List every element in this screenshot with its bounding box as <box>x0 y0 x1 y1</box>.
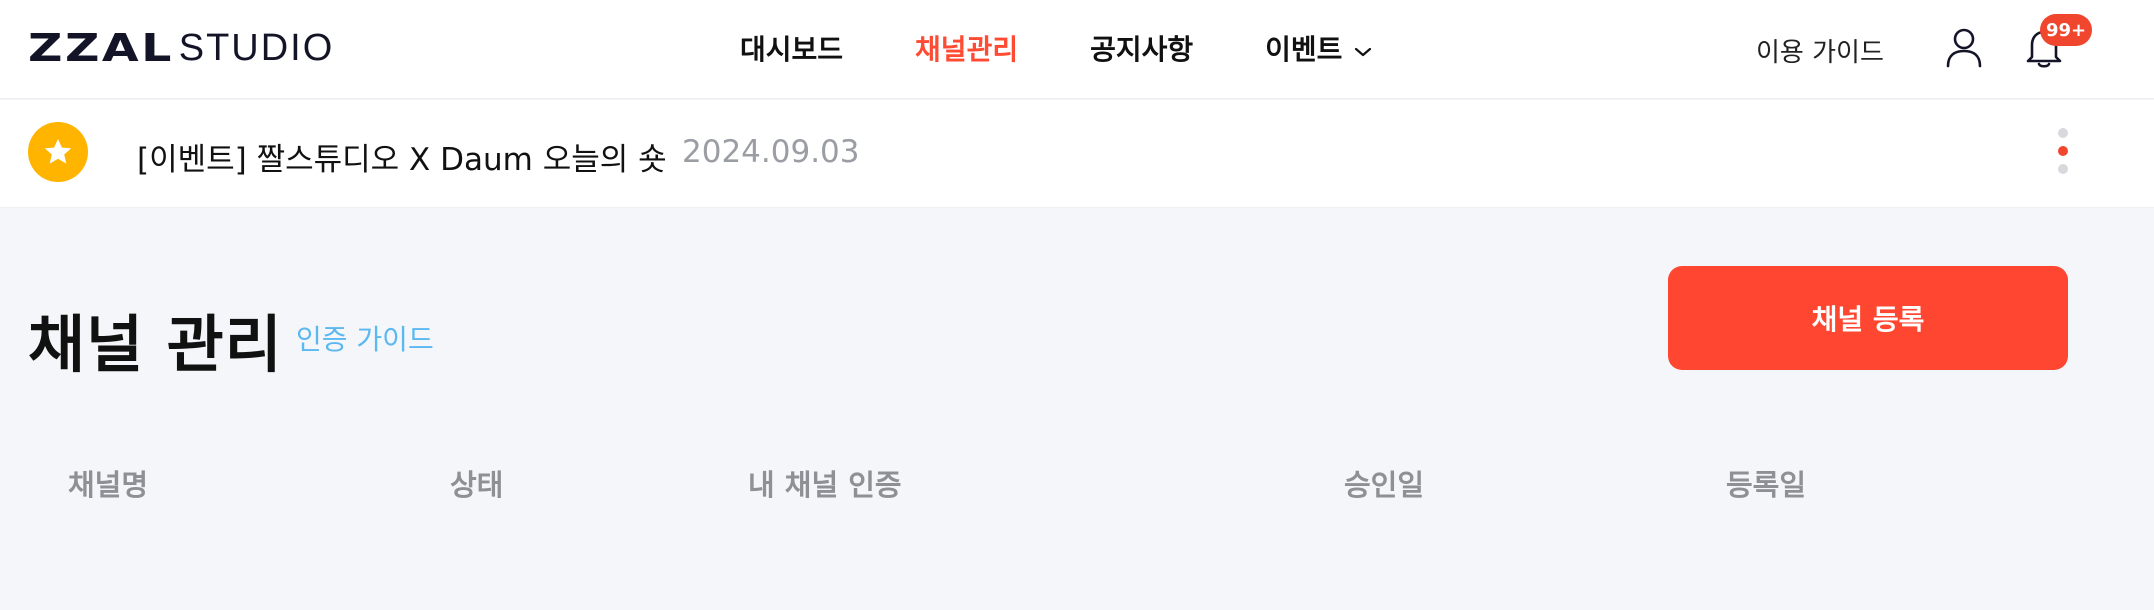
main-nav: 대시보드 채널관리 공지사항 이벤트 <box>740 26 1444 70</box>
notice-title[interactable]: [이벤트] 짤스튜디오 X Daum 오늘의 숏 <box>137 134 667 179</box>
notice-banner[interactable]: [이벤트] 짤스튜디오 X Daum 오늘의 숏 2024.09.03 <box>0 100 2154 208</box>
page-title: 채널 관리 <box>28 308 283 381</box>
nav-item-events-label: 이벤트 <box>1265 33 1343 66</box>
star-icon <box>28 122 88 182</box>
register-channel-button[interactable]: 채널 등록 <box>1668 266 2068 370</box>
column-header-status: 상태 <box>450 468 504 502</box>
pager-dot[interactable] <box>2058 164 2068 174</box>
column-header-my-channel-cert: 내 채널 인증 <box>748 468 902 502</box>
notice-date: 2024.09.03 <box>682 134 860 170</box>
logo-mark: ZZAL <box>28 26 174 70</box>
nav-item-notices[interactable]: 공지사항 <box>1090 28 1193 68</box>
column-header-approved-date: 승인일 <box>1344 468 1425 502</box>
usage-guide-link[interactable]: 이용 가이드 <box>1756 32 1884 69</box>
notice-pager[interactable] <box>2056 128 2070 178</box>
nav-item-channel-management[interactable]: 채널관리 <box>915 28 1018 68</box>
notification-badge: 99+ <box>2040 14 2093 46</box>
column-header-channel-name: 채널명 <box>68 468 149 502</box>
logo[interactable]: ZZAL STUDIO <box>28 26 335 70</box>
nav-item-events[interactable]: 이벤트 <box>1265 28 1372 68</box>
logo-text: STUDIO <box>178 26 335 69</box>
certification-guide-link[interactable]: 인증 가이드 <box>296 318 434 358</box>
table-header: 채널명 상태 내 채널 인증 승인일 등록일 <box>0 462 2154 510</box>
column-header-registered-date: 등록일 <box>1726 468 1807 502</box>
chevron-down-icon <box>1354 32 1372 65</box>
pager-dot-active[interactable] <box>2058 146 2068 156</box>
pager-dot[interactable] <box>2058 128 2068 138</box>
user-icon[interactable] <box>1944 26 1984 68</box>
nav-item-dashboard[interactable]: 대시보드 <box>740 28 843 68</box>
top-header: ZZAL STUDIO 대시보드 채널관리 공지사항 이벤트 이용 가이드 99… <box>0 0 2154 99</box>
